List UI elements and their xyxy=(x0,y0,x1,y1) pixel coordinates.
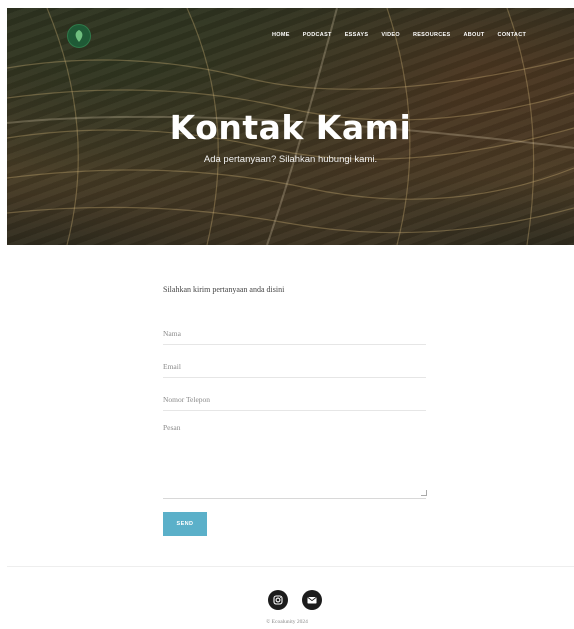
phone-field[interactable] xyxy=(163,388,426,411)
textarea-resize-handle[interactable] xyxy=(421,490,427,496)
name-field[interactable] xyxy=(163,322,426,345)
nav-contact[interactable]: CONTACT xyxy=(498,32,527,38)
leaf-icon xyxy=(75,30,83,42)
site-logo[interactable] xyxy=(67,24,91,48)
send-button[interactable]: SEND xyxy=(163,512,207,536)
email-link[interactable] xyxy=(302,590,322,610)
nav-video[interactable]: VIDEO xyxy=(381,32,400,38)
nav-essays[interactable]: ESSAYS xyxy=(345,32,369,38)
page-subtitle: Ada pertanyaan? Silahkan hubungi kami. xyxy=(203,154,378,165)
email-field[interactable] xyxy=(163,355,426,378)
nav-podcast[interactable]: PODCAST xyxy=(303,32,332,38)
footer-divider xyxy=(7,566,574,567)
nav-about[interactable]: ABOUT xyxy=(463,32,484,38)
instagram-link[interactable] xyxy=(268,590,288,610)
main-nav: HOME PODCAST ESSAYS VIDEO RESOURCES ABOU… xyxy=(272,32,539,38)
form-intro: Silahkan kirim pertanyaan anda disini xyxy=(163,285,285,294)
copyright-text: © Ecoalunity 2024 xyxy=(266,619,308,625)
page-title: Kontak Kami xyxy=(169,108,412,147)
nav-resources[interactable]: RESOURCES xyxy=(413,32,451,38)
hero-banner: HOME PODCAST ESSAYS VIDEO RESOURCES ABOU… xyxy=(7,8,574,245)
nav-home[interactable]: HOME xyxy=(272,32,290,38)
message-field[interactable] xyxy=(163,420,426,499)
instagram-icon xyxy=(273,595,283,605)
mail-icon xyxy=(307,597,317,604)
